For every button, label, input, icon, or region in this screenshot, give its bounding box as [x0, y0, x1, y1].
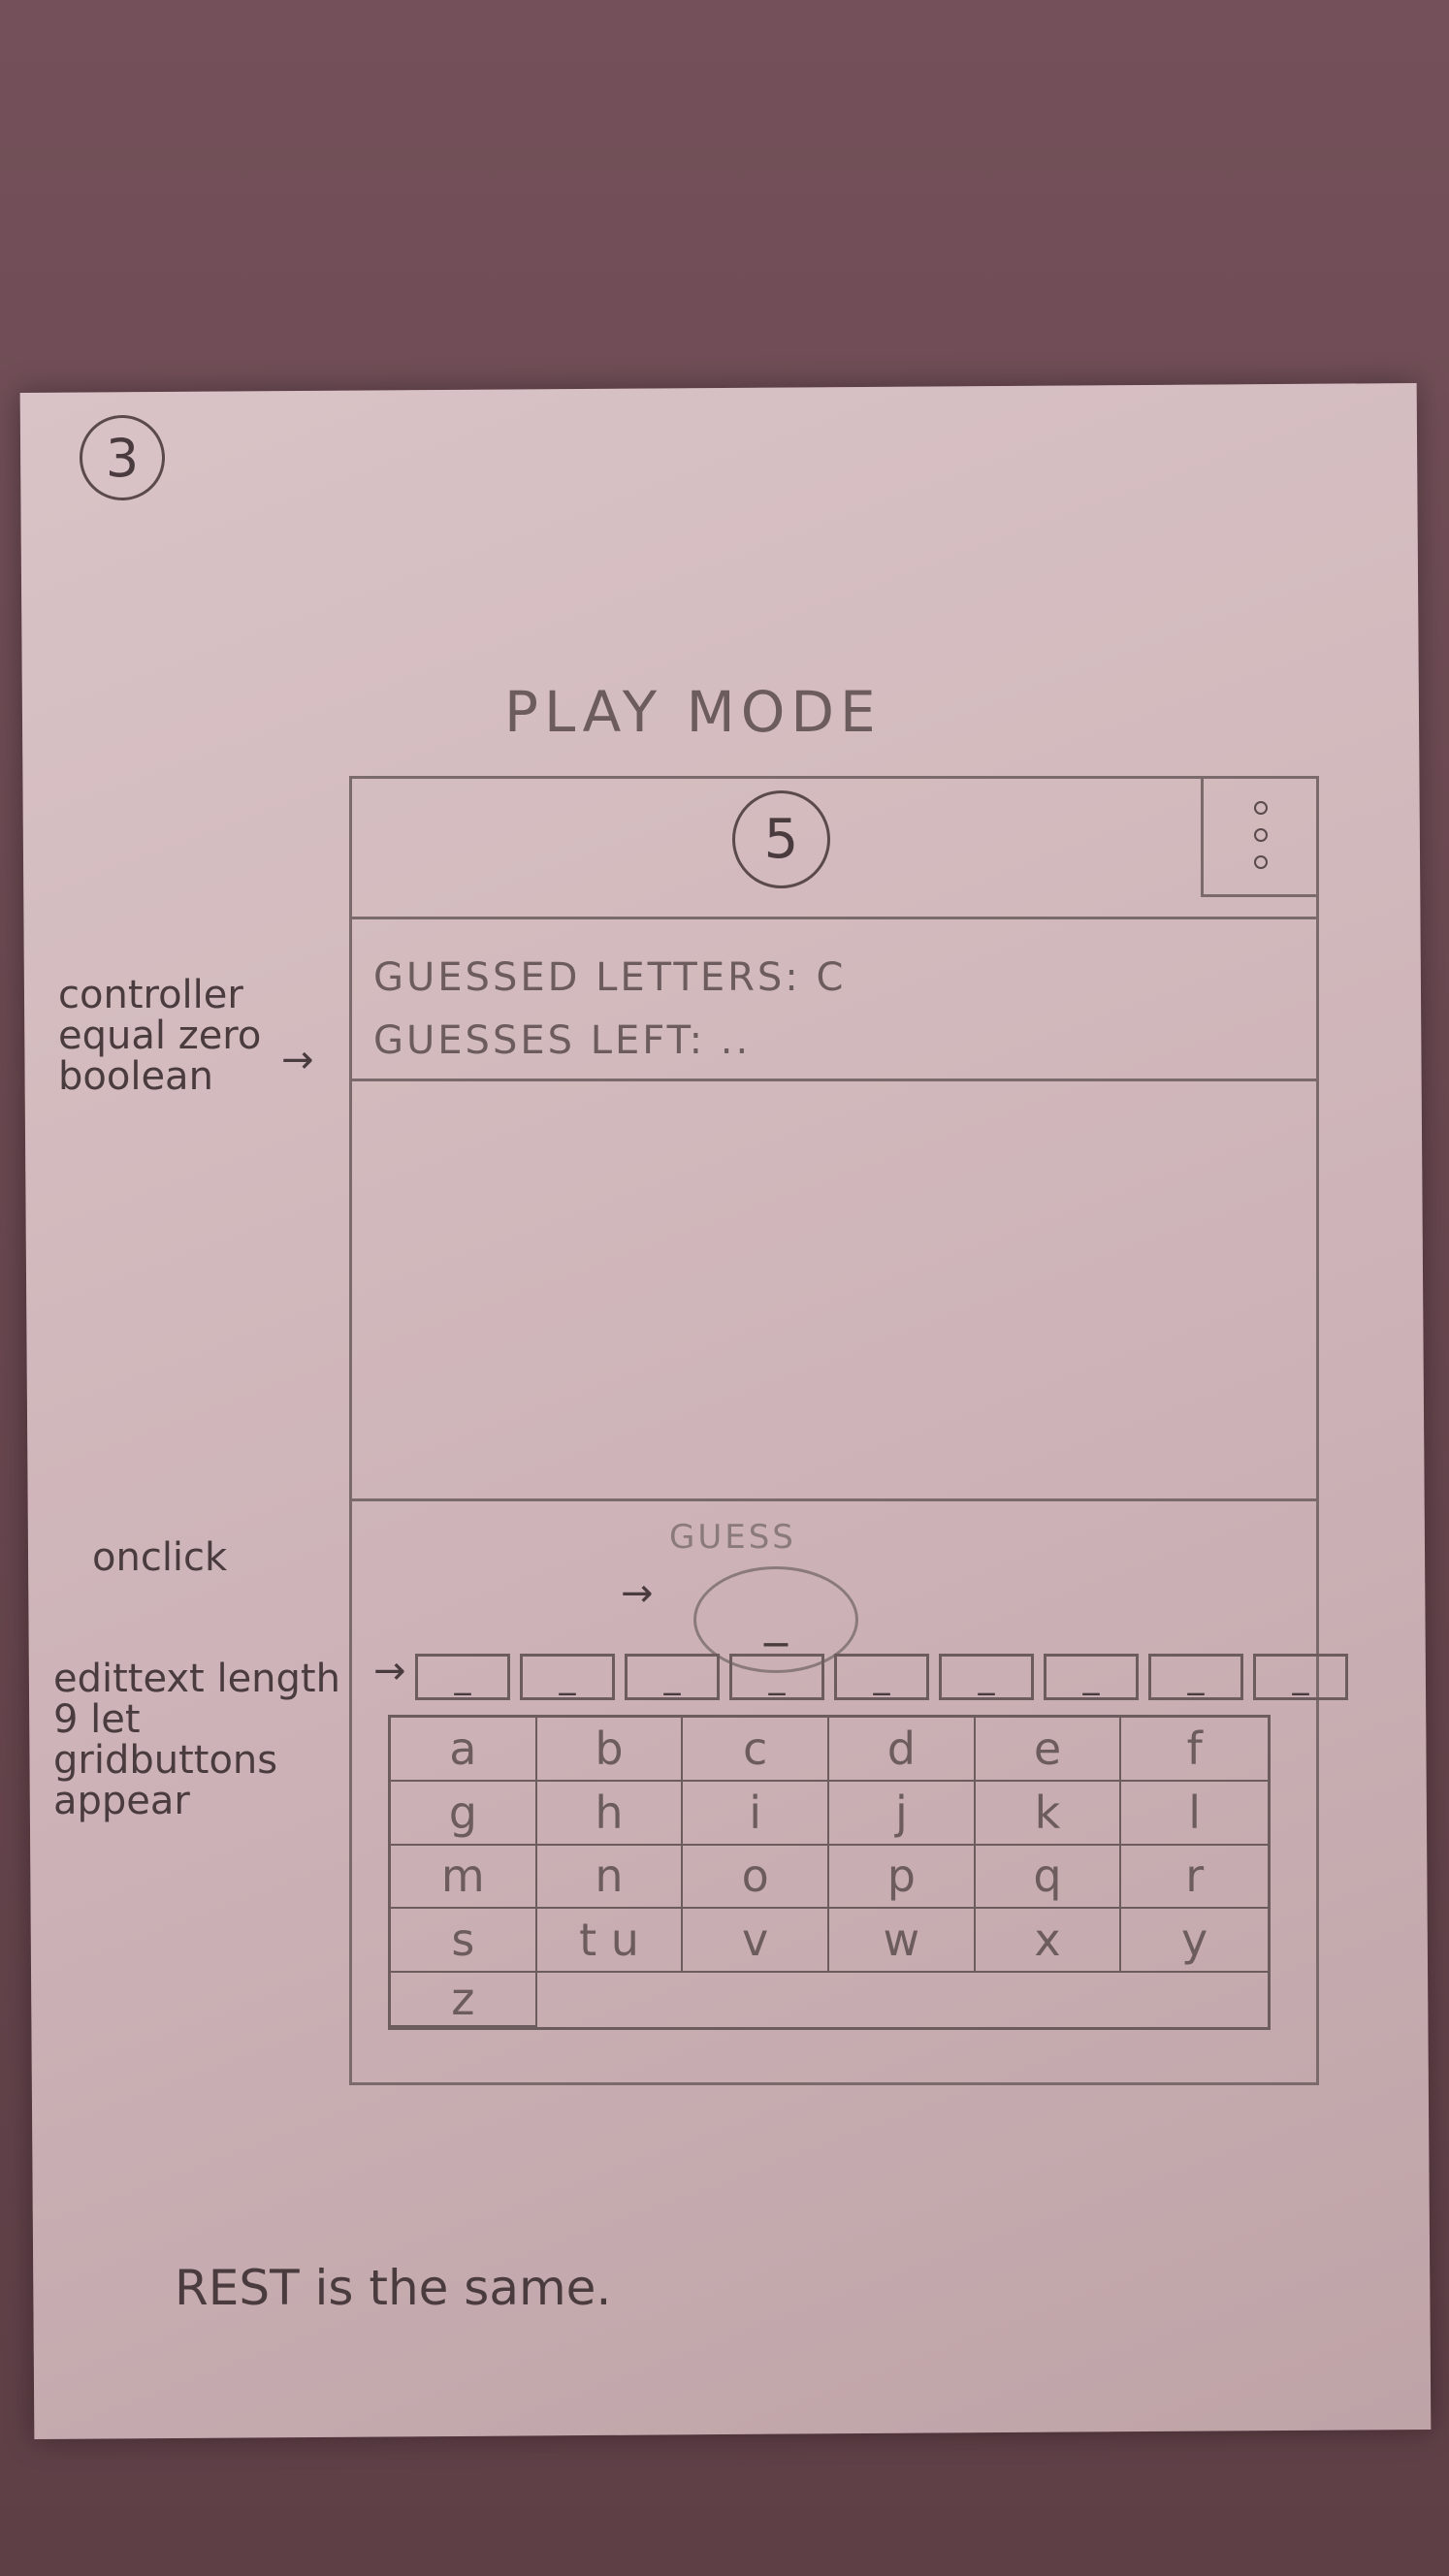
key-button[interactable]: j — [829, 1781, 976, 1846]
letter-slot[interactable]: _ — [834, 1654, 929, 1700]
key-button[interactable]: x — [975, 1909, 1122, 1973]
guessed-letters-text: GUESSED LETTERS: C — [373, 955, 847, 1000]
arrow-icon: → — [281, 1038, 314, 1082]
menu-dot-icon — [1253, 801, 1268, 815]
logo-digit: 5 — [763, 808, 799, 871]
page-number-badge: 3 — [80, 415, 165, 500]
drawing-area-divider — [349, 1498, 1319, 1501]
key-button[interactable]: e — [975, 1718, 1122, 1782]
key-button[interactable]: y — [1121, 1909, 1268, 1973]
key-button[interactable]: g — [391, 1781, 537, 1846]
key-button[interactable]: i — [683, 1781, 829, 1846]
status-divider — [349, 1079, 1319, 1081]
key-button[interactable]: r — [1121, 1846, 1268, 1910]
letter-slot[interactable]: _ — [1253, 1654, 1348, 1700]
note-edittext: edittext length 9 let gridbuttons appear — [53, 1657, 340, 1823]
header-divider — [349, 917, 1319, 919]
key-button[interactable]: t u — [536, 1909, 684, 1973]
guess-value: _ — [764, 1593, 788, 1647]
letter-keyboard: a b c d e f g h i j k l m n o p q r s t … — [388, 1715, 1271, 2030]
key-button[interactable]: m — [391, 1845, 537, 1910]
key-button[interactable]: a — [391, 1718, 537, 1782]
note-controller: controller equal zero boolean — [58, 973, 262, 1099]
menu-dot-icon — [1253, 828, 1268, 842]
key-button[interactable]: b — [536, 1718, 684, 1782]
letter-slot[interactable]: _ — [729, 1654, 824, 1700]
letter-slot[interactable]: _ — [939, 1654, 1034, 1700]
key-button[interactable]: z — [391, 1973, 537, 2027]
key-button[interactable]: w — [829, 1909, 976, 1973]
key-button[interactable]: k — [975, 1781, 1122, 1846]
guess-label: GUESS — [669, 1518, 796, 1557]
hangman-logo-icon: 5 — [732, 790, 830, 888]
word-slots: _ _ _ _ _ _ _ _ _ — [415, 1654, 1348, 1700]
key-button[interactable]: s — [391, 1909, 537, 1973]
key-button[interactable]: o — [683, 1845, 829, 1910]
arrow-icon: → — [373, 1649, 406, 1693]
letter-slot[interactable]: _ — [625, 1654, 720, 1700]
page-title: PLAY MODE — [504, 679, 882, 745]
letter-slot[interactable]: _ — [415, 1654, 510, 1700]
overflow-menu-button[interactable] — [1201, 776, 1317, 897]
key-button[interactable]: v — [683, 1909, 829, 1973]
note-onclick: onclick — [92, 1535, 228, 1580]
key-button[interactable]: c — [683, 1718, 829, 1782]
letter-slot[interactable]: _ — [1044, 1654, 1139, 1700]
key-button[interactable]: n — [536, 1845, 684, 1910]
key-button[interactable]: q — [975, 1845, 1122, 1910]
key-button[interactable]: f — [1121, 1718, 1268, 1782]
key-button[interactable]: l — [1121, 1782, 1268, 1846]
menu-dot-icon — [1253, 855, 1268, 869]
arrow-icon: → — [621, 1571, 654, 1616]
footer-note: REST is the same. — [175, 2260, 612, 2316]
key-button[interactable]: d — [829, 1718, 976, 1782]
letter-slot[interactable]: _ — [1148, 1654, 1243, 1700]
guesses-left-text: GUESSES LEFT: .. — [373, 1018, 752, 1063]
letter-slot[interactable]: _ — [520, 1654, 615, 1700]
key-button[interactable]: h — [536, 1781, 684, 1846]
key-button[interactable]: p — [829, 1845, 976, 1910]
